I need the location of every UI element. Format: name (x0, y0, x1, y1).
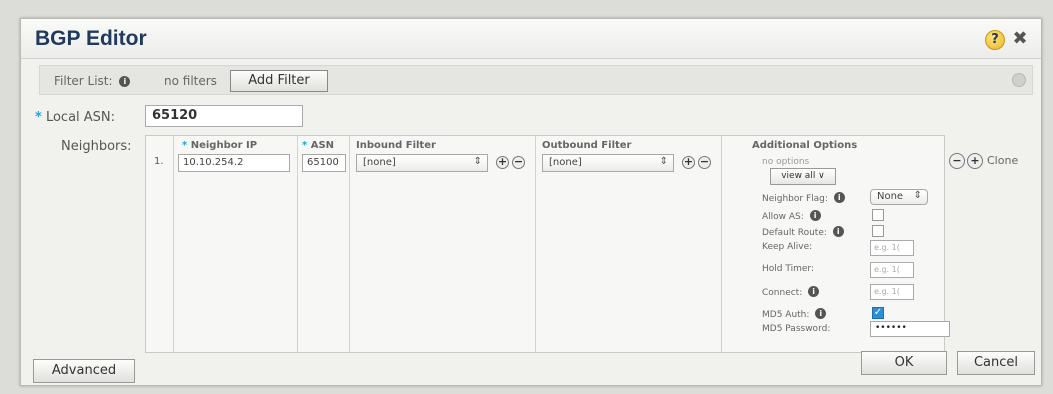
neighbor-flag-value: None (877, 191, 904, 202)
neighbor-ip-input[interactable]: 10.10.254.2 (178, 154, 290, 172)
asn-column: * ASN 65100 (298, 136, 350, 352)
filter-list-label-text: Filter List: (54, 74, 113, 88)
neighbors-label: Neighbors: (61, 139, 132, 154)
keep-alive-label: Keep Alive: (762, 242, 813, 252)
neighbor-ip-header: * Neighbor IP (182, 140, 258, 151)
required-asterisk-icon: * (35, 110, 42, 125)
md5-password-input[interactable]: •••••• (870, 321, 950, 337)
connect-input[interactable]: e.g. 1( (870, 284, 914, 300)
info-icon: i (808, 286, 820, 297)
outbound-filter-value: [none] (549, 157, 582, 168)
neighbor-flag-select[interactable]: None ⇕ (870, 189, 928, 205)
filter-value: no filters (164, 74, 217, 88)
help-icon[interactable]: ? (985, 30, 1005, 50)
allow-as-checkbox[interactable] (872, 209, 884, 221)
md5-auth-checkbox[interactable]: ✓ (872, 307, 884, 319)
local-asn-label: * Local ASN: (35, 110, 115, 125)
hold-timer-input[interactable]: e.g. 1( (870, 262, 914, 278)
remove-outbound-icon[interactable]: − (698, 156, 711, 169)
filter-list-label: Filter List: i (54, 74, 131, 88)
chevron-updown-icon: ⇕ (473, 156, 482, 167)
add-outbound-icon[interactable]: + (682, 156, 695, 169)
md5-auth-label-text: MD5 Auth: (762, 310, 810, 320)
allow-as-label-text: Allow AS: (762, 212, 804, 222)
outbound-filter-select[interactable]: [none] ⇕ (542, 154, 674, 172)
info-icon: i (815, 308, 827, 319)
clone-button[interactable]: Clone (987, 154, 1018, 167)
neighbor-flag-label-text: Neighbor Flag: (762, 194, 828, 204)
chevron-updown-icon: ⇕ (659, 156, 668, 167)
info-icon: i (833, 192, 845, 203)
inbound-filter-value: [none] (363, 157, 396, 168)
inbound-filter-select[interactable]: [none] ⇕ (356, 154, 488, 172)
local-asn-label-text: Local ASN: (45, 110, 116, 125)
options-summary: no options (762, 157, 810, 167)
add-row-icon[interactable]: + (967, 153, 983, 169)
advanced-button[interactable]: Advanced (33, 359, 135, 383)
info-icon: i (809, 210, 821, 221)
outbound-filter-column: Outbound Filter [none] ⇕ + − (536, 136, 722, 352)
filter-bar: Filter List: i no filters Add Filter (39, 65, 1033, 95)
neighbor-flag-label: Neighbor Flag: i (762, 192, 845, 204)
dialog-title: BGP Editor (35, 27, 147, 50)
asn-header-text: ASN (310, 140, 335, 151)
add-filter-button[interactable]: Add Filter (230, 70, 328, 92)
hold-timer-label: Hold Timer: (762, 264, 814, 274)
inbound-filter-column: Inbound Filter [none] ⇕ + − (350, 136, 536, 352)
default-route-label: Default Route: i (762, 226, 844, 238)
row-number-column: 1. (146, 136, 174, 352)
neighbor-asn-input[interactable]: 65100 (302, 154, 346, 172)
remove-inbound-icon[interactable]: − (512, 156, 525, 169)
add-inbound-icon[interactable]: + (496, 156, 509, 169)
connect-label: Connect: i (762, 286, 820, 298)
close-icon[interactable]: ✖ (1011, 29, 1029, 49)
md5-password-label: MD5 Password: (762, 324, 831, 334)
keep-alive-input[interactable]: e.g. 1( (870, 240, 914, 256)
default-route-label-text: Default Route: (762, 228, 827, 238)
outbound-filter-header: Outbound Filter (542, 140, 632, 151)
connect-label-text: Connect: (762, 288, 803, 298)
cancel-button[interactable]: Cancel (957, 351, 1035, 375)
info-icon: i (119, 76, 131, 87)
remove-row-icon[interactable]: − (949, 153, 965, 169)
neighbor-ip-column: * Neighbor IP 10.10.254.2 (174, 136, 298, 352)
view-all-button[interactable]: view all ∨ (770, 168, 836, 185)
row-number: 1. (154, 156, 164, 167)
md5-auth-label: MD5 Auth: i (762, 308, 827, 320)
title-bar: BGP Editor ? ✖ (21, 19, 1041, 59)
chevron-updown-icon: ⇕ (913, 190, 922, 201)
info-icon: i (832, 226, 844, 237)
bgp-editor-dialog: BGP Editor ? ✖ Filter List: i no filters… (20, 18, 1042, 386)
asn-header: * ASN (302, 140, 335, 151)
inbound-filter-header: Inbound Filter (356, 140, 436, 151)
allow-as-label: Allow AS: i (762, 210, 821, 222)
filter-toggle-icon[interactable] (1012, 73, 1026, 87)
ok-button[interactable]: OK (861, 351, 947, 375)
default-route-checkbox[interactable] (872, 225, 884, 237)
neighbors-grid: 1. * Neighbor IP 10.10.254.2 * ASN 65100… (145, 135, 950, 353)
neighbor-ip-header-text: Neighbor IP (190, 140, 258, 151)
additional-options-header: Additional Options (752, 140, 858, 151)
local-asn-input[interactable]: 65120 (145, 105, 303, 127)
